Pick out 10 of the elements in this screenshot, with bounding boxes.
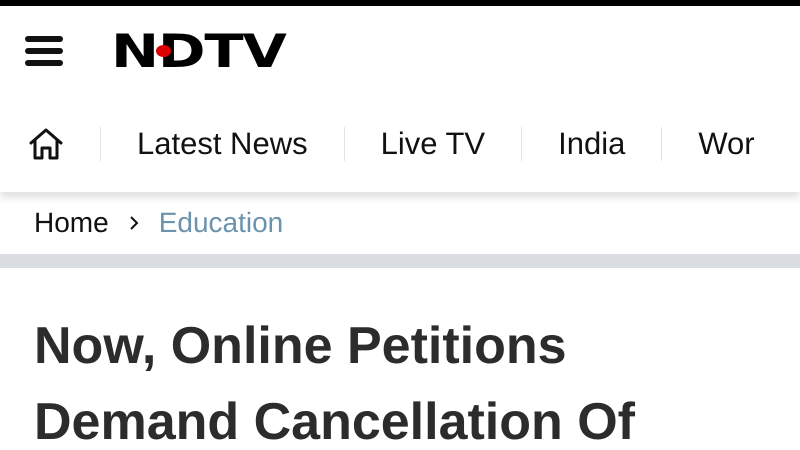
nav-link[interactable]: Latest News xyxy=(137,126,308,162)
chevron-icon xyxy=(128,215,139,231)
nav-link[interactable]: India xyxy=(558,126,626,162)
nav-link[interactable]: Live TV xyxy=(380,126,486,162)
home-icon[interactable] xyxy=(28,128,64,160)
menu-icon[interactable] xyxy=(25,35,63,67)
breadcrumb-link[interactable]: Home xyxy=(34,207,109,239)
nav-link[interactable]: Wor xyxy=(698,126,755,162)
logo[interactable]: NDTV xyxy=(111,28,286,74)
article-headline: Now, Online Petitions Demand Cancellation Of xyxy=(34,316,636,450)
